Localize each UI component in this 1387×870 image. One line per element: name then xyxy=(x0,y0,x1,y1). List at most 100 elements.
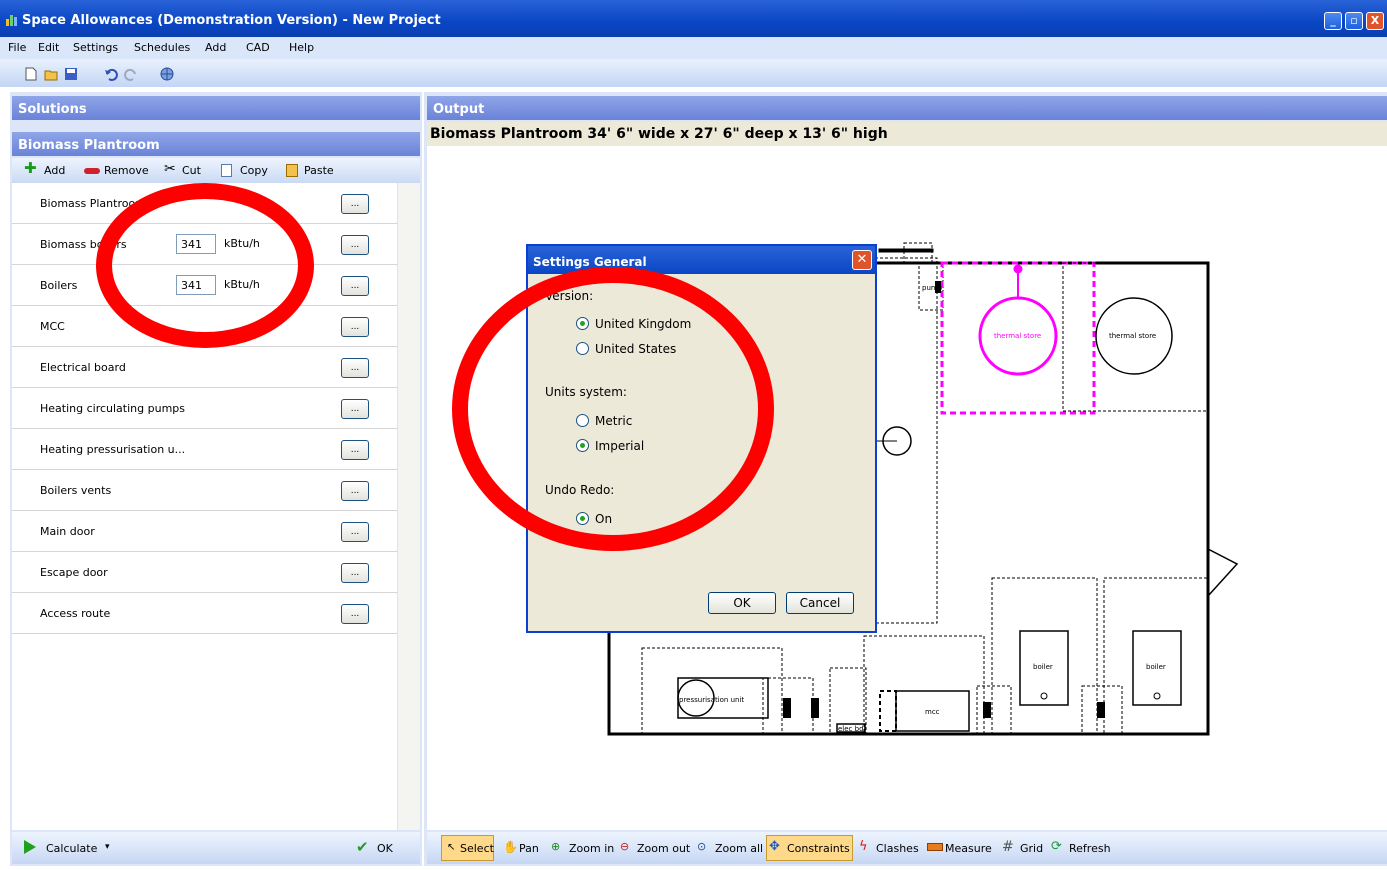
cut-button[interactable]: Cut xyxy=(182,164,201,177)
new-icon[interactable] xyxy=(24,67,38,81)
menu-add[interactable]: Add xyxy=(205,41,226,54)
measure-icon xyxy=(927,843,943,851)
edit-item-button[interactable]: ... xyxy=(341,440,369,460)
thermal-store-label: thermal store xyxy=(994,332,1041,340)
web-icon[interactable] xyxy=(160,67,174,81)
thermal-store-label: thermal store xyxy=(1109,332,1156,340)
save-icon[interactable] xyxy=(64,67,78,81)
add-icon[interactable]: ✚ xyxy=(24,159,37,177)
open-icon[interactable] xyxy=(44,67,58,81)
select-button[interactable]: Select xyxy=(460,842,494,855)
window-title: Space Allowances (Demonstration Version)… xyxy=(22,13,441,28)
boiler-label: boiler xyxy=(1033,663,1053,671)
edit-item-button[interactable]: ... xyxy=(341,399,369,419)
clashes-button[interactable]: Clashes xyxy=(876,842,919,855)
main-toolbar xyxy=(0,59,1387,87)
zoom-out-button[interactable]: Zoom out xyxy=(637,842,690,855)
edit-item-button[interactable]: ... xyxy=(341,235,369,255)
constraints-button[interactable]: Constraints xyxy=(787,842,850,855)
add-button[interactable]: Add xyxy=(44,164,65,177)
pump-label: pump xyxy=(922,284,943,292)
refresh-button[interactable]: Refresh xyxy=(1069,842,1111,855)
copy-button[interactable]: Copy xyxy=(240,164,268,177)
restore-button[interactable]: ▫ xyxy=(1345,12,1363,30)
list-scrollbar[interactable] xyxy=(397,183,420,830)
title-bar: Space Allowances (Demonstration Version)… xyxy=(0,0,1387,37)
zoom-all-icon: ⊙ xyxy=(697,840,707,853)
menu-settings[interactable]: Settings xyxy=(73,41,118,54)
zoom-all-button[interactable]: Zoom all xyxy=(715,842,763,855)
item-label: MCC xyxy=(40,320,65,333)
ok-button[interactable]: OK xyxy=(377,842,393,855)
refresh-icon: ⟳ xyxy=(1051,839,1062,854)
edit-item-button[interactable]: ... xyxy=(341,317,369,337)
output-heading: Biomass Plantroom 34' 6" wide x 27' 6" d… xyxy=(427,122,1387,146)
close-icon[interactable]: ✕ xyxy=(852,250,872,270)
list-item[interactable]: Access route... xyxy=(12,593,397,634)
list-toolbar: ✚ Add Remove ✂ Cut Copy Paste xyxy=(12,158,420,183)
dialog-cancel-button[interactable]: Cancel xyxy=(786,592,854,614)
zoom-in-button[interactable]: Zoom in xyxy=(569,842,614,855)
menu-schedules[interactable]: Schedules xyxy=(134,41,190,54)
item-label: Heating circulating pumps xyxy=(40,402,186,415)
cut-icon[interactable]: ✂ xyxy=(164,161,176,177)
menu-cad[interactable]: CAD xyxy=(246,41,270,54)
grid-icon: # xyxy=(1002,839,1014,855)
annotation-ring xyxy=(96,183,314,348)
edit-item-button[interactable]: ... xyxy=(341,522,369,542)
left-bottom-bar: Calculate ▾ ✔ OK xyxy=(12,832,420,864)
remove-icon[interactable] xyxy=(84,168,100,174)
list-item[interactable]: Boilers vents... xyxy=(12,470,397,511)
paste-icon[interactable] xyxy=(286,164,298,177)
item-label: Boilers vents xyxy=(40,484,112,497)
mcc-label: mcc xyxy=(925,708,940,716)
item-label: Main door xyxy=(40,525,95,538)
annotation-ring xyxy=(452,267,774,551)
undo-icon[interactable] xyxy=(104,67,118,81)
list-item[interactable]: Escape door... xyxy=(12,552,397,593)
list-item[interactable]: Main door... xyxy=(12,511,397,552)
edit-item-button[interactable]: ... xyxy=(341,358,369,378)
close-button[interactable]: X xyxy=(1366,12,1384,30)
measure-button[interactable]: Measure xyxy=(945,842,992,855)
calculate-button[interactable]: Calculate xyxy=(46,842,97,855)
copy-icon[interactable] xyxy=(221,164,232,177)
solutions-header: Solutions xyxy=(12,96,420,120)
output-header: Output xyxy=(427,96,1387,120)
menu-help[interactable]: Help xyxy=(289,41,314,54)
calculate-dropdown-icon[interactable]: ▾ xyxy=(105,842,110,852)
edit-item-button[interactable]: ... xyxy=(341,276,369,296)
list-item[interactable]: Heating pressurisation u...... xyxy=(12,429,397,470)
edit-item-button[interactable]: ... xyxy=(341,563,369,583)
paste-button[interactable]: Paste xyxy=(304,164,334,177)
edit-item-button[interactable]: ... xyxy=(341,194,369,214)
menu-file[interactable]: File xyxy=(8,41,26,54)
menu-edit[interactable]: Edit xyxy=(38,41,59,54)
app-icon xyxy=(6,15,17,26)
pan-button[interactable]: Pan xyxy=(519,842,539,855)
dialog-ok-button[interactable]: OK xyxy=(708,592,776,614)
redo-icon[interactable] xyxy=(124,67,138,81)
zoom-out-icon: ⊖ xyxy=(620,840,630,853)
calculate-icon[interactable] xyxy=(24,840,36,854)
zoom-in-icon: ⊕ xyxy=(551,840,561,853)
item-label: Escape door xyxy=(40,566,108,579)
edit-item-button[interactable]: ... xyxy=(341,604,369,624)
item-label: Boilers xyxy=(40,279,78,292)
clashes-icon: ϟ xyxy=(859,839,868,854)
list-item[interactable]: Heating circulating pumps... xyxy=(12,388,397,429)
constraints-icon: ✥ xyxy=(769,839,780,854)
list-item[interactable]: Electrical board... xyxy=(12,347,397,388)
pan-icon: ✋ xyxy=(503,840,518,854)
remove-button[interactable]: Remove xyxy=(104,164,149,177)
check-icon[interactable]: ✔ xyxy=(356,838,369,856)
boiler-label: boiler xyxy=(1146,663,1166,671)
cursor-icon: ↖ xyxy=(447,842,456,853)
item-label: Electrical board xyxy=(40,361,126,374)
grid-button[interactable]: Grid xyxy=(1020,842,1043,855)
elec-label: elec bd xyxy=(838,725,864,733)
item-label: Access route xyxy=(40,607,111,620)
minimize-button[interactable]: _ xyxy=(1324,12,1342,30)
edit-item-button[interactable]: ... xyxy=(341,481,369,501)
plantroom-header: Biomass Plantroom xyxy=(12,132,420,156)
